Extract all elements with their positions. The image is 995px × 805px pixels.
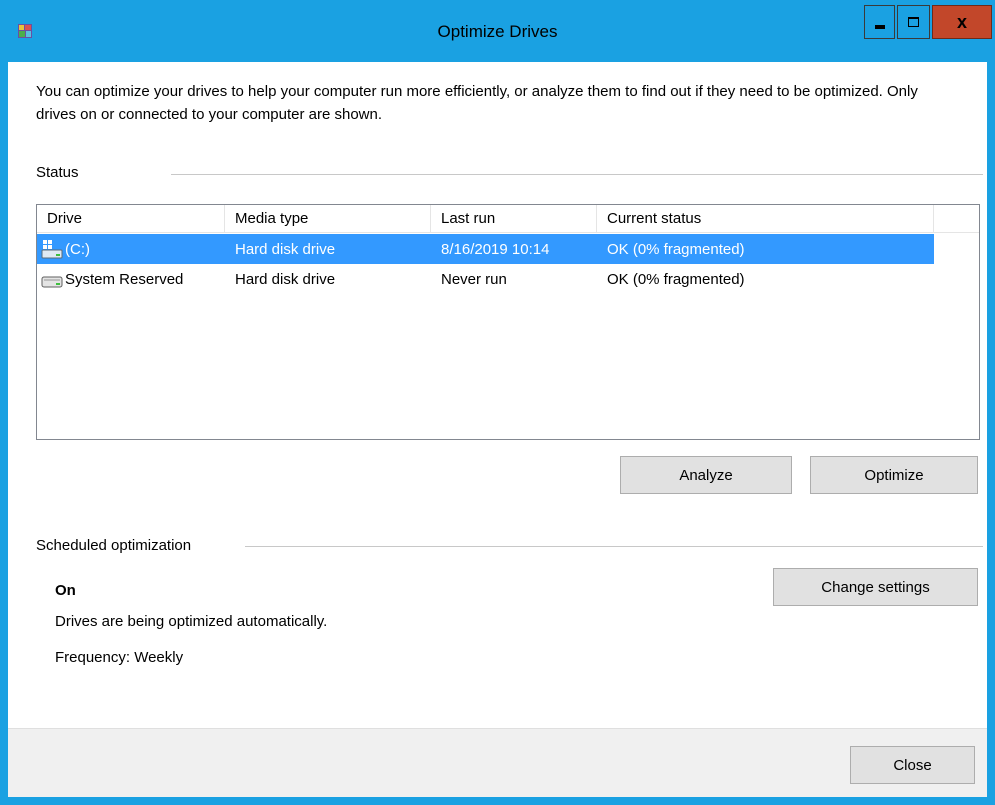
analyze-button[interactable]: Analyze <box>620 456 792 494</box>
current-status-cell: OK (0% fragmented) <box>607 240 745 258</box>
window-title: Optimize Drives <box>437 22 558 41</box>
optimize-button[interactable]: Optimize <box>810 456 978 494</box>
intro-text: You can optimize your drives to help you… <box>36 83 918 123</box>
schedule-state: On <box>55 582 76 599</box>
drive-name: System Reserved <box>65 270 184 288</box>
scheduled-divider <box>245 546 983 547</box>
status-section-title: Status <box>36 164 79 181</box>
scheduled-section-title: Scheduled optimization <box>36 537 192 554</box>
dialog-footer: Close <box>8 728 987 797</box>
system-drive-icon <box>41 240 63 259</box>
column-header-last-run[interactable]: Last run <box>431 205 597 233</box>
close-icon: x <box>956 11 967 32</box>
column-header-current-status[interactable]: Current status <box>597 205 934 233</box>
optimize-drives-window: Optimize Drives x You can optimize your … <box>0 0 995 805</box>
maximize-button[interactable] <box>897 5 930 39</box>
schedule-frequency: Frequency: Weekly <box>55 649 184 666</box>
drive-row-system-reserved[interactable]: System Reserved Hard disk drive Never ru… <box>37 264 934 294</box>
media-type-cell: Hard disk drive <box>235 240 336 258</box>
drive-cell: (C:) <box>37 239 225 259</box>
title-bar[interactable]: Optimize Drives x <box>0 0 995 62</box>
current-status-cell: OK (0% fragmented) <box>607 270 745 288</box>
column-header-media-type[interactable]: Media type <box>225 205 431 233</box>
minimize-button[interactable] <box>864 5 895 39</box>
drive-list[interactable]: Drive Media type Last run Current status <box>36 204 980 440</box>
drive-row-c[interactable]: (C:) Hard disk drive 8/16/2019 10:14 OK … <box>37 234 934 264</box>
drive-name: (C:) <box>65 240 90 258</box>
maximize-icon <box>908 17 919 27</box>
media-type-cell: Hard disk drive <box>235 270 336 288</box>
column-header-filler <box>934 205 979 233</box>
list-header: Drive Media type Last run Current status <box>37 205 979 233</box>
minimize-icon <box>874 25 885 29</box>
dialog-content: You can optimize your drives to help you… <box>8 62 987 797</box>
close-button[interactable]: Close <box>850 746 975 784</box>
change-settings-button[interactable]: Change settings <box>773 568 978 606</box>
schedule-description: Drives are being optimized automatically… <box>55 613 328 630</box>
last-run-cell: 8/16/2019 10:14 <box>441 240 550 258</box>
status-divider <box>171 174 983 175</box>
close-window-button[interactable]: x <box>932 5 992 39</box>
hard-drive-icon <box>41 276 63 288</box>
last-run-cell: Never run <box>441 270 507 288</box>
drive-cell: System Reserved <box>37 269 225 289</box>
column-header-drive[interactable]: Drive <box>37 205 225 233</box>
